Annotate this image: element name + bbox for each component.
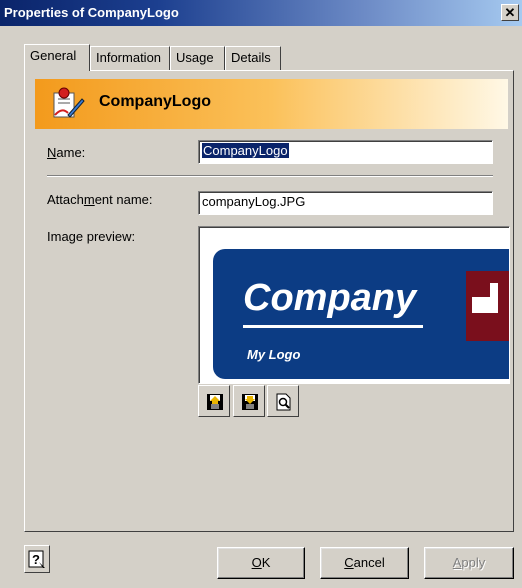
name-label: Name: [47,145,86,160]
title-bar[interactable]: Properties of CompanyLogo ✕ [0,0,522,26]
tab-usage[interactable]: Usage [170,46,225,70]
properties-dialog: Properties of CompanyLogo ✕ General Info… [0,0,522,588]
cancel-button[interactable]: Cancel [320,547,409,579]
ok-button[interactable]: OK [217,547,305,579]
view-image-button[interactable] [267,385,299,417]
logo-title: Company [243,277,417,319]
attachment-name-value: companyLog.JPG [202,194,306,209]
logo-mark [466,271,509,341]
help-button[interactable]: ? [24,545,50,573]
image-preview-label: Image preview: [47,229,136,244]
svg-text:?: ? [32,552,40,567]
name-field[interactable]: CompanyLogo [198,140,493,164]
window-title: Properties of CompanyLogo [4,5,179,20]
company-logo-image: Company My Logo [213,249,509,379]
name-value: CompanyLogo [202,143,289,158]
close-icon: ✕ [504,5,516,20]
tab-information[interactable]: Information [90,46,170,70]
save-image-button[interactable] [233,385,265,417]
header-banner: CompanyLogo [35,79,508,129]
help-icon: ? [28,550,45,568]
attachment-name-label: Attachment name: [47,192,153,207]
open-image-button[interactable] [198,385,230,417]
attachment-name-field[interactable]: companyLog.JPG [198,191,493,215]
apply-button[interactable]: Apply [424,547,514,579]
header-title: CompanyLogo [99,93,211,110]
tab-general[interactable]: General [24,44,90,71]
close-button[interactable]: ✕ [501,4,519,21]
attachment-properties-icon [53,87,85,118]
image-preview: Company My Logo [198,226,510,384]
tab-details[interactable]: Details [225,46,281,70]
view-image-icon [276,393,291,411]
save-image-icon [242,394,258,410]
divider [47,175,493,177]
logo-subtitle: My Logo [247,347,301,362]
open-image-icon [207,394,223,410]
logo-underline [243,325,423,328]
